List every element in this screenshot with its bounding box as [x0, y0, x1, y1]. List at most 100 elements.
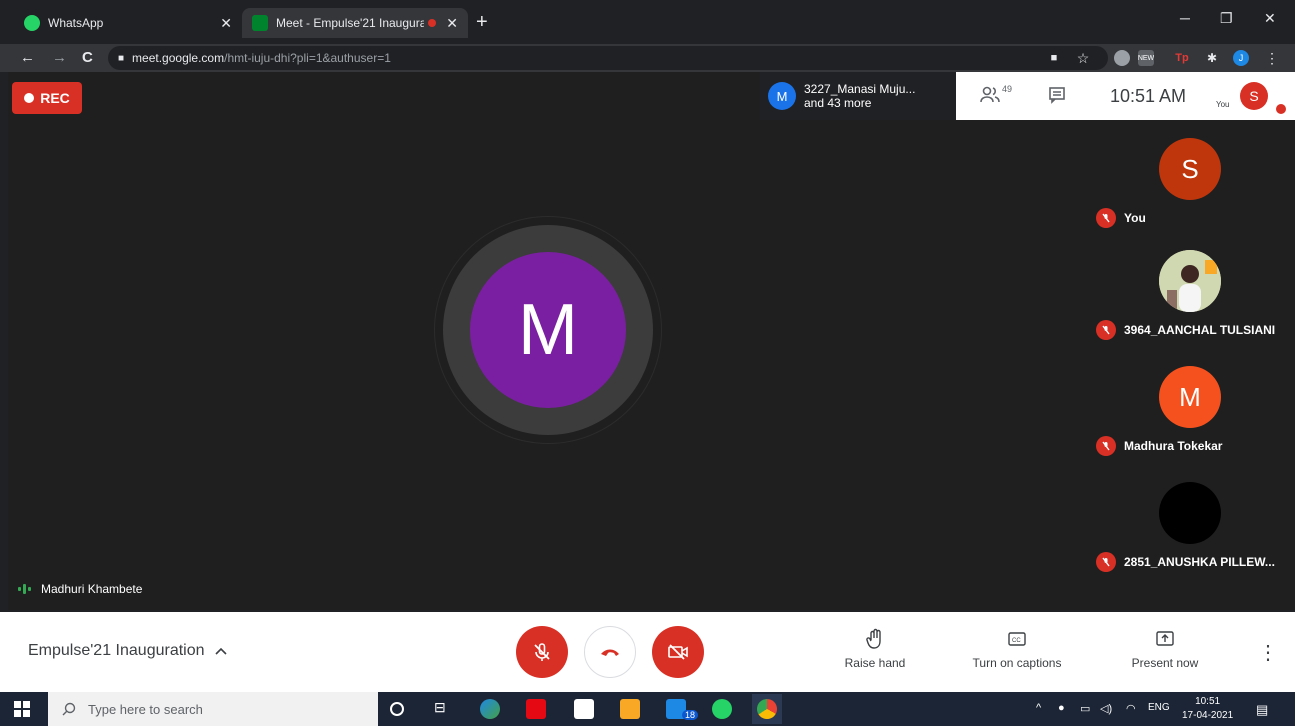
cortana-icon[interactable]: [390, 702, 404, 716]
puzzle-icon[interactable]: ✱: [1204, 50, 1220, 66]
captions-icon: CC: [1008, 632, 1026, 646]
close-window-button[interactable]: ✕: [1264, 10, 1276, 27]
battery-icon[interactable]: ▭: [1080, 702, 1090, 715]
mic-toggle-button[interactable]: [516, 626, 568, 678]
meet-control-bar: Empulse'21 Inauguration Raise hand CC Tu…: [0, 612, 1295, 692]
presenter-chip[interactable]: M 3227_Manasi Muju... and 43 more: [760, 72, 956, 120]
taskbar-clock[interactable]: 10:51 17-04-2021: [1182, 695, 1233, 723]
tab-whatsapp[interactable]: WhatsApp ✕: [14, 8, 242, 38]
meet-stage: REC M Madhuri Khambete M 3227_Manasi Muj…: [0, 72, 1295, 612]
close-tab-icon[interactable]: ✕: [220, 15, 232, 32]
extension-icon[interactable]: [1114, 50, 1130, 66]
screen: WhatsApp ✕ Meet - Empulse'21 Inaugura ✕ …: [0, 0, 1295, 726]
url-host: meet.google.com: [132, 51, 225, 65]
mic-off-icon: [1096, 436, 1116, 456]
participant-avatar: [1159, 482, 1221, 544]
browser-tab-strip: WhatsApp ✕ Meet - Empulse'21 Inaugura ✕ …: [0, 0, 1295, 44]
profile-avatar[interactable]: J: [1233, 50, 1249, 66]
search-icon: [62, 702, 76, 716]
present-icon: [1156, 631, 1174, 646]
netflix-icon[interactable]: [526, 699, 546, 719]
record-dot-icon: [24, 93, 35, 103]
meet-icon: [252, 15, 268, 31]
mail-badge: 18: [682, 710, 699, 720]
tab-title: Meet - Empulse'21 Inaugura: [276, 16, 425, 30]
more-options-icon[interactable]: ⋮: [1258, 640, 1278, 665]
file-explorer-icon[interactable]: [620, 699, 640, 719]
raise-hand-button[interactable]: Raise hand: [820, 628, 930, 670]
participant-tile[interactable]: M Madhura Tokekar: [1088, 366, 1295, 484]
presenter-avatar: M: [768, 82, 796, 110]
new-extension-icon[interactable]: NEW: [1138, 50, 1154, 66]
task-view-icon[interactable]: ⊟: [434, 699, 454, 719]
chrome-icon[interactable]: [757, 699, 777, 719]
windows-start-icon[interactable]: [14, 701, 30, 717]
address-bar[interactable]: ■ meet.google.com /hmt-iuju-dhi?pli=1&au…: [108, 46, 1108, 70]
muted-mic-icon: [1274, 102, 1288, 116]
tp-extension-icon[interactable]: Tp: [1174, 50, 1190, 66]
store-icon[interactable]: [574, 699, 594, 719]
language-indicator[interactable]: ENG: [1148, 702, 1170, 713]
minimize-button[interactable]: ─: [1180, 10, 1190, 26]
meeting-info-bar: 49 10:51 AM You S: [956, 72, 1295, 120]
present-now-button[interactable]: Present now: [1110, 628, 1220, 670]
edge-icon[interactable]: [480, 699, 500, 719]
self-label: You: [1216, 100, 1230, 109]
whatsapp-taskbar-icon[interactable]: [712, 699, 732, 719]
participant-avatar: S: [1159, 138, 1221, 200]
volume-icon[interactable]: ◁): [1100, 702, 1112, 715]
presenter-more: and 43 more: [804, 96, 872, 110]
participant-tile[interactable]: 2851_ANUSHKA PILLEW...: [1088, 482, 1295, 600]
participant-photo: [1159, 250, 1221, 312]
wifi-icon[interactable]: ◠: [1126, 702, 1136, 715]
meeting-clock: 10:51 AM: [1110, 86, 1187, 106]
participant-strip: S You 3964_AANCHAL TULSIANI M Madhura To…: [1088, 120, 1295, 610]
captions-button[interactable]: CC Turn on captions: [962, 628, 1072, 670]
self-avatar[interactable]: S: [1240, 82, 1268, 110]
windows-taskbar: Type here to search ⊟ 18 ^ ● ▭ ◁) ◠ ENG …: [0, 692, 1295, 726]
people-icon[interactable]: [980, 86, 1000, 109]
recording-badge: REC: [12, 82, 82, 114]
leave-call-button[interactable]: [584, 626, 636, 678]
chevron-up-icon: [214, 642, 227, 660]
mic-off-icon: [534, 643, 550, 661]
hang-up-icon: [601, 649, 619, 656]
tray-chevron-icon[interactable]: ^: [1036, 702, 1041, 714]
browser-toolbar: ← → C ■ meet.google.com /hmt-iuju-dhi?pl…: [0, 44, 1295, 72]
svg-text:CC: CC: [1012, 638, 1021, 644]
reload-button[interactable]: C: [82, 49, 93, 66]
camera-toggle-button[interactable]: [652, 626, 704, 678]
hand-icon: [866, 628, 881, 649]
tab-meet[interactable]: Meet - Empulse'21 Inaugura ✕: [242, 8, 468, 38]
whatsapp-icon: [24, 15, 40, 31]
microphone-tray-icon[interactable]: ●: [1058, 702, 1065, 714]
new-tab-button[interactable]: +: [476, 12, 488, 32]
back-button[interactable]: ←: [20, 49, 35, 66]
meeting-details-button[interactable]: Empulse'21 Inauguration: [28, 642, 227, 660]
tab-title: WhatsApp: [48, 16, 104, 30]
audio-level-icon: [18, 584, 31, 594]
notifications-icon[interactable]: ▤: [1256, 702, 1268, 718]
participant-tile[interactable]: S You: [1088, 138, 1295, 256]
presenter-name: 3227_Manasi Muju...: [804, 82, 916, 96]
forward-button[interactable]: →: [52, 49, 67, 66]
maximize-button[interactable]: ❐: [1220, 10, 1233, 27]
url-path: /hmt-iuju-dhi?pli=1&authuser=1: [224, 51, 391, 65]
chat-icon[interactable]: [1048, 86, 1066, 109]
mic-off-icon: [1096, 320, 1116, 340]
camera-icon[interactable]: ■: [1046, 50, 1062, 66]
lock-icon: ■: [118, 52, 125, 64]
browser-menu-icon[interactable]: ⋮: [1264, 50, 1280, 66]
mic-off-icon: [1096, 208, 1116, 228]
close-tab-icon[interactable]: ✕: [446, 15, 458, 32]
main-avatar: M: [470, 252, 626, 408]
meeting-title: Empulse'21 Inauguration: [28, 642, 205, 659]
participant-tile[interactable]: 3964_AANCHAL TULSIANI: [1088, 250, 1295, 368]
mic-off-icon: [1096, 552, 1116, 572]
taskbar-search-box[interactable]: Type here to search: [48, 692, 378, 726]
participant-count: 49: [1002, 84, 1013, 94]
participant-avatar: M: [1159, 366, 1221, 428]
active-speaker-label: Madhuri Khambete: [18, 582, 142, 596]
bookmark-star-icon[interactable]: ☆: [1075, 50, 1091, 66]
recording-dot-icon: [428, 19, 437, 27]
